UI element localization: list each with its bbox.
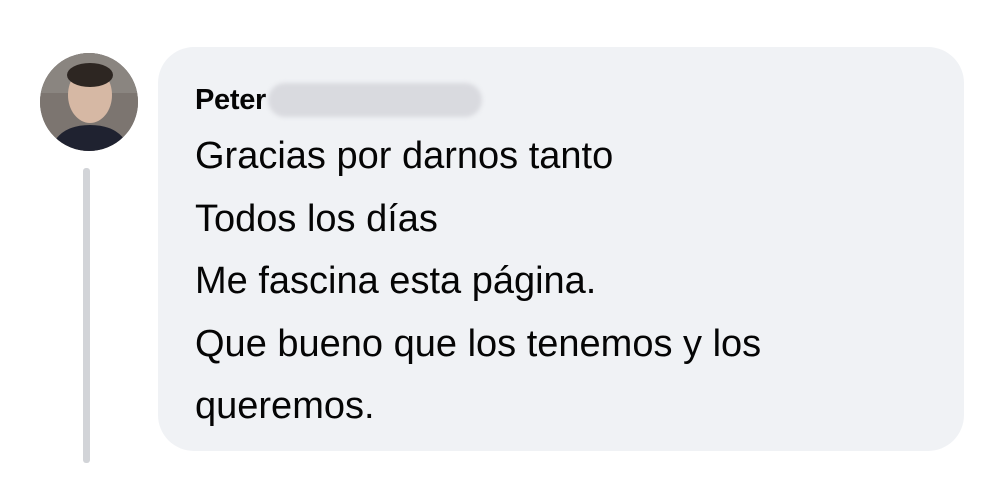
comment-text: Gracias por darnos tanto Todos los días …: [195, 125, 935, 438]
reply-thread-line: [83, 168, 90, 463]
comment-author[interactable]: Peter: [195, 82, 483, 118]
comment-line: Todos los días: [195, 197, 438, 240]
author-name[interactable]: Peter: [195, 84, 266, 117]
comment-line: Que bueno que los tenemos y los: [195, 322, 762, 365]
author-name-redacted: [268, 83, 483, 117]
avatar[interactable]: [40, 53, 138, 151]
user-avatar-icon: [40, 53, 138, 151]
comment-line: Gracias por darnos tanto: [195, 135, 614, 177]
comment-line: queremos.: [195, 385, 375, 427]
comment-line: Me fascina esta página.: [195, 260, 597, 302]
